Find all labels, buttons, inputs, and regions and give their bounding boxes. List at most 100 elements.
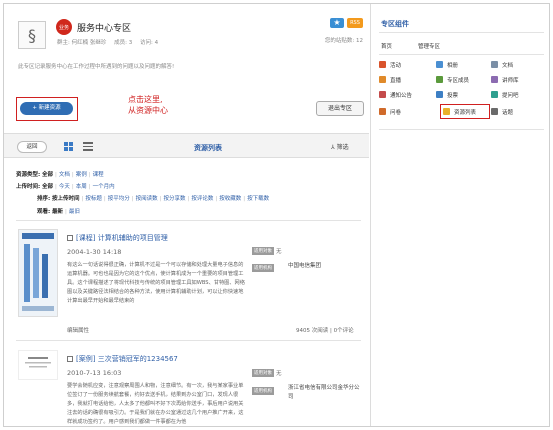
select-checkbox[interactable] — [67, 235, 73, 241]
sidebar-item-label: 相册 — [447, 63, 459, 69]
org-tag: 适用机构 — [252, 264, 274, 272]
audience-value: 无 — [276, 371, 282, 377]
sort-option[interactable]: 按平均分 — [108, 196, 130, 202]
note-line-1: 点击这里, — [128, 95, 163, 104]
view-option[interactable]: 最新 — [52, 209, 63, 215]
sidebar-item-vote[interactable]: 投票 — [436, 91, 458, 99]
nav-home[interactable]: 首页 — [381, 44, 392, 50]
resource-name[interactable]: 计算机辅助的项目管理 — [98, 234, 168, 242]
sort-option[interactable]: 按收藏数 — [219, 196, 241, 202]
owner-text: 群主: 何红楠 张继珍 — [57, 40, 107, 46]
group-description: 此专区记录服务中心在工作过程中所遇到的问题以及问题的解答! — [18, 64, 175, 70]
type-option[interactable]: 全部 — [42, 172, 53, 178]
divider — [16, 340, 361, 341]
sidebar-item-topic[interactable]: 话题 — [491, 108, 513, 116]
page-title: 服务中心专区 — [77, 24, 132, 34]
lecturer-icon — [491, 76, 498, 83]
sort-option[interactable]: 按标题 — [85, 196, 102, 202]
sidebar: 专区组件 首页 管理专区 活动 相册 文档 直播 专区成员 讲师库 通知公告 投票… — [370, 4, 549, 426]
sort-option[interactable]: 按阅读数 — [136, 196, 158, 202]
sidebar-item-live[interactable]: 直播 — [379, 76, 401, 84]
filter-button[interactable]: ⅄ 筛选 — [331, 142, 349, 151]
back-button[interactable]: 返回 — [17, 141, 47, 153]
filter-row-time: 上传时间: 全部 | 今天 | 本周 | 一个月内 — [16, 184, 115, 190]
type-option[interactable]: 案例 — [76, 172, 87, 178]
resource-stats: 9405 次阅读 | 0个评论 — [296, 328, 354, 334]
sidebar-item-members[interactable]: 专区成员 — [436, 76, 469, 84]
type-option[interactable]: 课程 — [93, 172, 104, 178]
annotation-note: 点击这里, 从资源中心 — [128, 94, 168, 116]
resource-title[interactable]: [课程] 计算机辅助的项目管理 — [67, 233, 168, 243]
time-option[interactable]: 一个月内 — [93, 184, 115, 190]
notice-icon — [379, 91, 386, 98]
sort-current[interactable]: 按上传时间 — [52, 196, 80, 202]
sidebar-nav: 首页 管理专区 — [381, 42, 466, 50]
sidebar-item-activity[interactable]: 活动 — [379, 61, 401, 69]
type-label: 资源类型: — [16, 172, 41, 178]
resource-date: 2004-1-30 14:18 — [67, 248, 122, 256]
exit-group-button[interactable]: 退出专区 — [316, 101, 364, 116]
sidebar-item-label: 通知公告 — [390, 93, 413, 99]
sidebar-item-lecturer[interactable]: 讲师库 — [491, 76, 519, 84]
sidebar-item-label: 活动 — [390, 63, 402, 69]
live-icon — [379, 76, 386, 83]
business-badge: 业务 — [56, 19, 72, 35]
list-view-icon[interactable] — [83, 142, 93, 151]
members-icon — [436, 76, 443, 83]
new-resource-button[interactable]: + 新建资源 — [20, 102, 73, 115]
grid-view-icon[interactable] — [64, 142, 74, 151]
resource-name[interactable]: 三次营销冠军的1234567 — [98, 355, 178, 363]
resource-list-icon — [443, 108, 450, 115]
resource-thumbnail[interactable] — [18, 350, 58, 380]
org-tag: 适用机构 — [252, 387, 274, 395]
visits-count: 访问: 4 — [139, 40, 159, 46]
filter-row-sort: 排序: 按上传时间 | 按标题 | 按平均分 | 按阅读数 | 按分享数 | 按评论数 | 按收藏数 | 按… — [37, 196, 270, 202]
filter-row-view: 观看: 最新 | 最旧 — [37, 209, 80, 215]
sidebar-item-label: 资源列表 — [454, 110, 477, 116]
list-title: 资源列表 — [194, 144, 222, 152]
select-checkbox[interactable] — [67, 356, 73, 362]
sidebar-item-survey[interactable]: 问卷 — [379, 108, 401, 116]
divider — [379, 54, 544, 55]
type-option[interactable]: 文档 — [59, 172, 70, 178]
main-panel: § 业务 服务中心专区 群主: 何红楠 张继珍 成员: 3 访问: 4 ★ RS… — [4, 4, 369, 426]
resource-description: 有这么一句话说得很正确，计算机不过是一个可以存储和处理大量电子信息的运算机器。可… — [67, 262, 245, 304]
sidebar-item-label: 问卷 — [390, 110, 402, 116]
audience-tag: 适用对象 — [252, 247, 274, 255]
view-option[interactable]: 最旧 — [69, 209, 80, 215]
sidebar-title: 专区组件 — [381, 20, 409, 28]
topic-icon — [491, 108, 498, 115]
audience-tag: 适用对象 — [252, 369, 274, 377]
time-option[interactable]: 本周 — [76, 184, 87, 190]
filter-row-type: 资源类型: 全部 | 文档 | 案例 | 课程 — [16, 172, 104, 178]
sidebar-item-album[interactable]: 相册 — [436, 61, 458, 69]
vote-icon — [436, 91, 443, 98]
org-value: 浙江省电信有限公司金华分公司 — [288, 385, 360, 400]
divider — [379, 129, 544, 130]
sidebar-item-label: 专区成员 — [447, 78, 470, 84]
divider — [16, 220, 361, 221]
sort-option[interactable]: 按评论数 — [191, 196, 213, 202]
sort-option[interactable]: 按下载数 — [247, 196, 269, 202]
time-option[interactable]: 今天 — [59, 184, 70, 190]
sidebar-item-label: 文档 — [502, 63, 514, 69]
sidebar-item-label: 投票 — [447, 93, 459, 99]
time-option[interactable]: 全部 — [42, 184, 53, 190]
sidebar-item-resource-list[interactable]: 资源列表 — [443, 108, 476, 116]
sidebar-item-document[interactable]: 文档 — [491, 61, 513, 69]
sidebar-item-label: 提问吧 — [502, 93, 519, 99]
resource-title[interactable]: [案例] 三次营销冠军的1234567 — [67, 354, 178, 364]
star-icon[interactable]: ★ — [330, 18, 344, 28]
sort-option[interactable]: 按分享数 — [163, 196, 185, 202]
rss-icon[interactable]: RSS — [347, 18, 363, 28]
highlight-box-new: + 新建资源 — [16, 97, 78, 121]
members-count: 成员: 3 — [114, 40, 133, 46]
activity-icon — [379, 61, 386, 68]
divider — [379, 32, 544, 33]
nav-manage-group[interactable]: 管理专区 — [418, 44, 440, 50]
resource-thumbnail[interactable] — [18, 229, 58, 317]
sidebar-item-notice[interactable]: 通知公告 — [379, 91, 412, 99]
sidebar-item-label: 讲师库 — [502, 78, 519, 84]
sidebar-item-question[interactable]: 提问吧 — [491, 91, 519, 99]
edit-properties-link[interactable]: 编辑属性 — [67, 326, 89, 334]
